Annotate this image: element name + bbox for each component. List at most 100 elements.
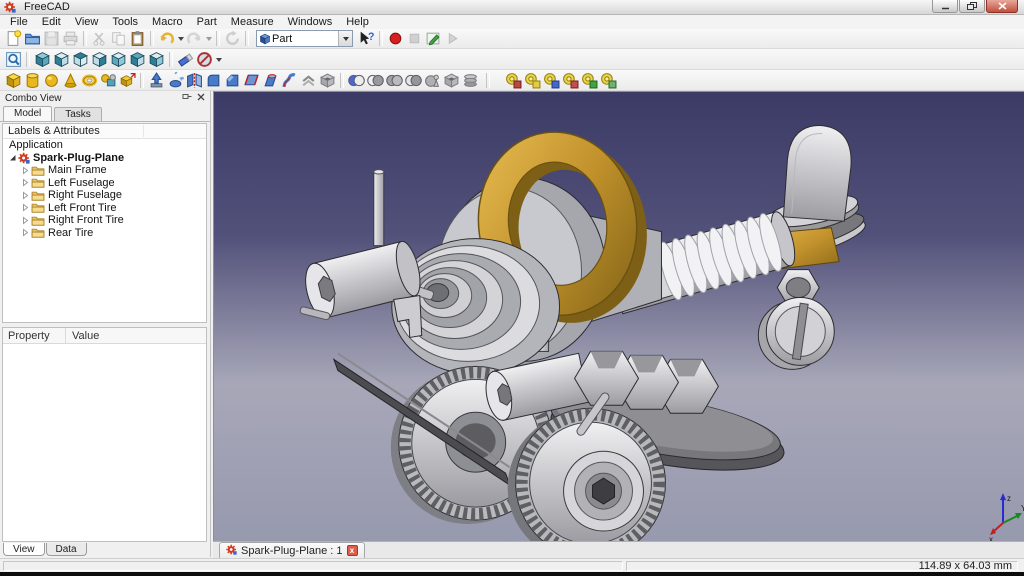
title-bar[interactable]: FreeCAD [0, 0, 1024, 15]
restore-button[interactable] [959, 0, 985, 13]
undo-icon[interactable] [157, 29, 176, 48]
menu-help[interactable]: Help [339, 16, 376, 29]
3d-viewport[interactable]: z Y x [213, 91, 1024, 541]
primitive-sphere-icon[interactable] [42, 71, 61, 90]
fillet-icon[interactable] [204, 71, 223, 90]
paste-icon[interactable] [128, 29, 147, 48]
join-connect-icon[interactable] [423, 71, 442, 90]
tree-item-right-front-tire[interactable]: Right Front Tire [3, 214, 206, 227]
rear-view-icon[interactable] [109, 50, 128, 69]
tree-item-main-frame[interactable]: Main Frame [3, 164, 206, 177]
draw-style-options-icon[interactable] [214, 50, 223, 69]
clear-measurement-icon[interactable] [561, 71, 580, 90]
primitive-torus-icon[interactable] [80, 71, 99, 90]
toggle-measurement-3d-icon[interactable] [580, 71, 599, 90]
open-document-icon[interactable] [23, 29, 42, 48]
primitive-cone-icon[interactable] [61, 71, 80, 90]
macro-play-icon[interactable] [443, 29, 462, 48]
menu-edit[interactable]: Edit [35, 16, 68, 29]
mirror-icon[interactable] [185, 71, 204, 90]
macro-record-icon[interactable] [386, 29, 405, 48]
tree-item-left-fuselage[interactable]: Left Fuselage [3, 177, 206, 190]
tree-item-document[interactable]: Spark-Plug-Plane [3, 152, 206, 165]
loft-icon[interactable] [261, 71, 280, 90]
extrude-icon[interactable] [147, 71, 166, 90]
dock-close-icon[interactable] [197, 93, 205, 104]
revolve-icon[interactable] [166, 71, 185, 90]
menu-windows[interactable]: Windows [281, 16, 340, 29]
offset-icon[interactable] [299, 71, 318, 90]
menu-file[interactable]: File [3, 16, 35, 29]
draw-style-icon[interactable] [176, 50, 195, 69]
collapsed-arrow-icon[interactable] [20, 216, 31, 225]
menu-measure[interactable]: Measure [224, 16, 281, 29]
primitive-box-icon[interactable] [4, 71, 23, 90]
tab-tasks[interactable]: Tasks [54, 107, 102, 121]
tab-close-button[interactable]: x [346, 545, 358, 556]
whats-this-icon[interactable]: ? [357, 29, 376, 48]
spark-plug-plane-model[interactable]: z Y x [214, 92, 1024, 541]
ruled-surface-icon[interactable] [242, 71, 261, 90]
redo-icon[interactable] [185, 29, 204, 48]
cross-sections-icon[interactable] [461, 71, 480, 90]
refresh-icon[interactable] [223, 29, 242, 48]
minimize-button[interactable] [932, 0, 958, 13]
chamfer-icon[interactable] [223, 71, 242, 90]
top-view-icon[interactable] [71, 50, 90, 69]
print-icon[interactable] [61, 29, 80, 48]
thickness-icon[interactable] [318, 71, 337, 90]
redo-options-icon[interactable] [204, 29, 213, 48]
right-view-icon[interactable] [90, 50, 109, 69]
boolean-cut-icon[interactable] [366, 71, 385, 90]
boolean-intersection-icon[interactable] [404, 71, 423, 90]
turn-off-style-icon[interactable] [195, 50, 214, 69]
tab-model[interactable]: Model [3, 106, 53, 121]
boolean-operation-icon[interactable] [347, 71, 366, 90]
tab-view[interactable]: View [3, 543, 45, 556]
menu-view[interactable]: View [68, 16, 106, 29]
collapsed-arrow-icon[interactable] [20, 191, 31, 200]
measure-linear-icon[interactable] [504, 71, 523, 90]
tree-item-left-front-tire[interactable]: Left Front Tire [3, 202, 206, 215]
tree-item-right-fuselage[interactable]: Right Fuselage [3, 189, 206, 202]
document-tab[interactable]: Spark-Plug-Plane : 1 x [219, 542, 365, 558]
boolean-union-icon[interactable] [385, 71, 404, 90]
axonometric-view-icon[interactable] [33, 50, 52, 69]
tab-data[interactable]: Data [45, 543, 87, 556]
fit-all-icon[interactable] [4, 50, 23, 69]
menu-part[interactable]: Part [190, 16, 224, 29]
new-document-icon[interactable] [4, 29, 23, 48]
primitive-cylinder-icon[interactable] [23, 71, 42, 90]
close-button[interactable] [986, 0, 1018, 13]
save-document-icon[interactable] [42, 29, 61, 48]
shape-builder-icon[interactable] [99, 71, 118, 90]
expanded-arrow-icon[interactable] [7, 153, 18, 162]
front-view-icon[interactable] [52, 50, 71, 69]
sweep-icon[interactable] [280, 71, 299, 90]
collapsed-arrow-icon[interactable] [20, 228, 31, 237]
combo-view-titlebar[interactable]: Combo View [0, 91, 210, 105]
menu-macro[interactable]: Macro [145, 16, 190, 29]
toggle-measurement-delta-icon[interactable] [599, 71, 618, 90]
cut-icon[interactable] [90, 29, 109, 48]
tree-item-rear-tire[interactable]: Rear Tire [3, 227, 206, 240]
primitives-dialog-icon[interactable] [118, 71, 137, 90]
collapsed-arrow-icon[interactable] [20, 178, 31, 187]
collapsed-arrow-icon[interactable] [20, 203, 31, 212]
bottom-view-icon[interactable] [128, 50, 147, 69]
tree-header[interactable]: Labels & Attributes [3, 124, 206, 139]
macro-edit-icon[interactable] [424, 29, 443, 48]
collapsed-arrow-icon[interactable] [20, 166, 31, 175]
copy-icon[interactable] [109, 29, 128, 48]
dock-pin-icon[interactable] [182, 92, 192, 105]
menu-tools[interactable]: Tools [105, 16, 145, 29]
workbench-dropdown-button[interactable] [338, 31, 352, 46]
undo-options-icon[interactable] [176, 29, 185, 48]
model-left-pod[interactable] [299, 169, 425, 339]
tree-item-application[interactable]: Application [3, 139, 206, 152]
workbench-selector[interactable]: Part [256, 30, 353, 47]
measure-refresh-icon[interactable] [542, 71, 561, 90]
measure-angular-icon[interactable] [523, 71, 542, 90]
make-compound-icon[interactable] [442, 71, 461, 90]
macro-stop-icon[interactable] [405, 29, 424, 48]
